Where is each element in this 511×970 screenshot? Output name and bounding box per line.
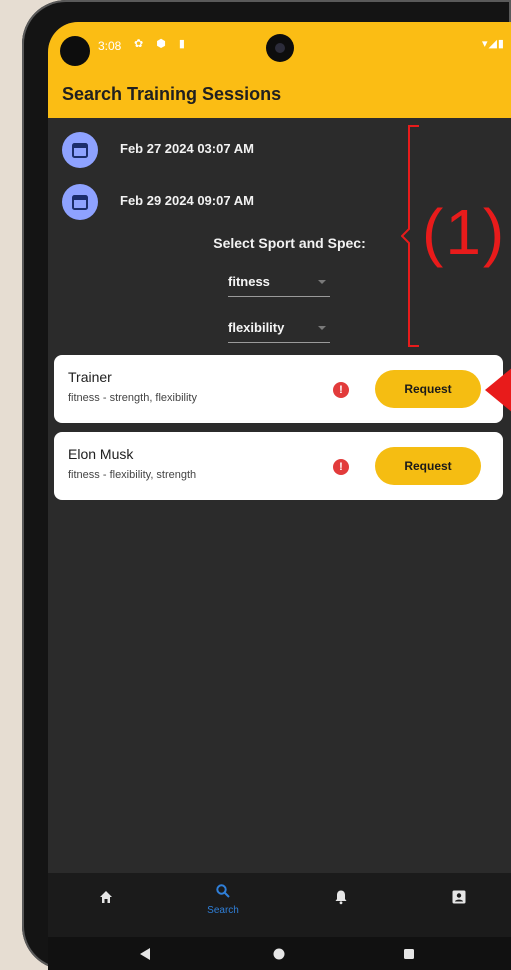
trainer-specs: fitness - flexibility, strength — [68, 469, 197, 481]
back-icon[interactable] — [138, 947, 152, 961]
calendar-icon[interactable] — [62, 184, 98, 220]
info-icon[interactable]: ! — [333, 459, 349, 475]
status-time: 3:08 — [98, 39, 122, 53]
camera-cutout — [60, 36, 90, 66]
page-title: Search Training Sessions — [62, 84, 282, 104]
trainer-card: Elon Musk fitness - flexibility, strengt… — [54, 432, 503, 500]
sport-dropdown[interactable]: fitness — [228, 270, 330, 297]
trainer-specs: fitness - strength, flexibility — [68, 392, 197, 404]
trainer-name: Elon Musk — [68, 446, 134, 462]
search-icon — [216, 884, 230, 898]
info-icon[interactable]: ! — [333, 382, 349, 398]
nav-search[interactable]: Search — [183, 873, 263, 937]
chevron-down-icon — [318, 280, 326, 284]
annotation-label: (1) — [422, 196, 507, 268]
chevron-down-icon — [318, 326, 326, 330]
bottom-nav: Search — [48, 873, 511, 937]
bell-icon — [335, 890, 347, 905]
spec-value: flexibility — [228, 320, 285, 335]
home-icon — [100, 891, 112, 903]
annotation-bracket — [401, 125, 419, 347]
spec-dropdown[interactable]: flexibility — [228, 316, 330, 343]
profile-icon — [452, 890, 466, 904]
nav-search-label: Search — [207, 905, 239, 916]
nav-notifications[interactable] — [301, 873, 381, 937]
sport-value: fitness — [228, 274, 270, 289]
app-screen: 3:08 ✿ ⬢ ▮ ▾◢▮ Search Training Sessions … — [48, 22, 511, 970]
request-button[interactable]: Request — [375, 447, 481, 485]
nav-home[interactable] — [66, 873, 146, 937]
front-camera — [266, 34, 294, 62]
request-button[interactable]: Request — [375, 370, 481, 408]
app-bar: 3:08 ✿ ⬢ ▮ ▾◢▮ Search Training Sessions — [48, 22, 511, 118]
system-nav-bar — [48, 937, 511, 970]
status-icons: ✿ ⬢ ▮ — [134, 38, 190, 50]
calendar-icon[interactable] — [62, 132, 98, 168]
home-circle-icon[interactable] — [272, 947, 286, 961]
recents-icon[interactable] — [402, 947, 416, 961]
start-date-label: Feb 27 2024 03:07 AM — [120, 141, 254, 156]
status-bar: 3:08 ✿ ⬢ ▮ ▾◢▮ — [48, 22, 511, 66]
signal-battery-icon: ▾◢▮ — [481, 38, 505, 50]
trainer-name: Trainer — [68, 369, 112, 385]
nav-profile[interactable] — [419, 873, 499, 937]
annotation-arrow — [485, 367, 511, 413]
end-date-label: Feb 29 2024 09:07 AM — [120, 193, 254, 208]
trainer-card: Trainer fitness - strength, flexibility … — [54, 355, 503, 423]
